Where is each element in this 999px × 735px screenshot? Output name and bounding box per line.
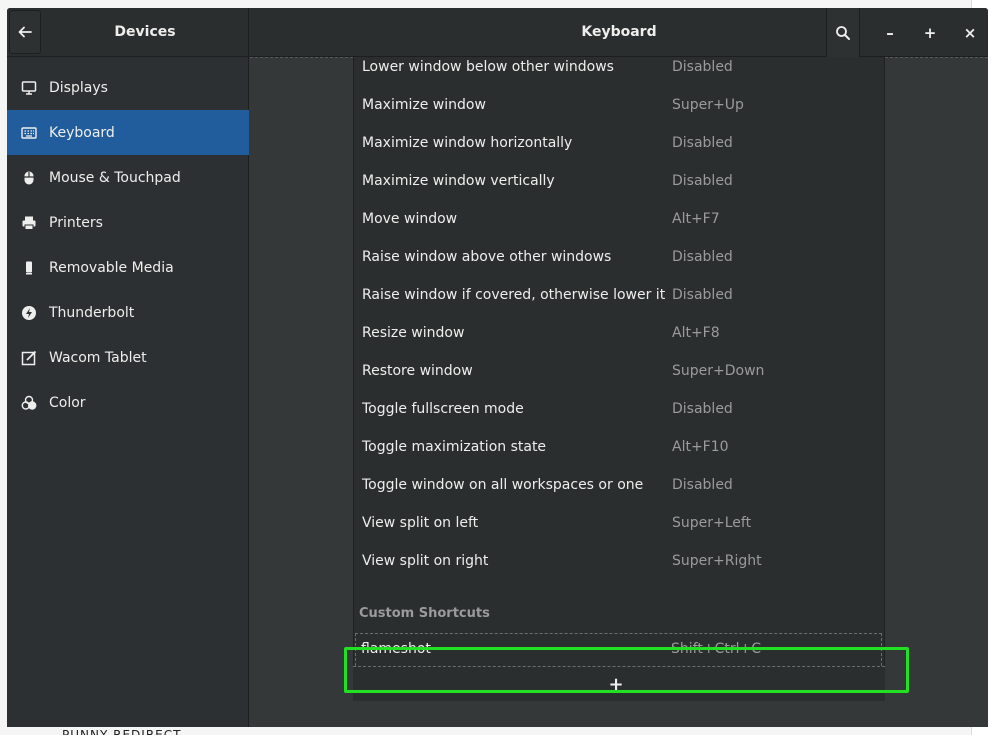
tablet-icon [21, 350, 37, 366]
shortcut-accel: Disabled [672, 59, 733, 75]
shortcut-list: Lower window below other windows Disable… [353, 57, 885, 692]
sidebar-item-keyboard[interactable]: Keyboard [7, 110, 249, 155]
shortcut-name: Maximize window vertically [362, 173, 555, 189]
back-button[interactable] [9, 10, 41, 54]
sidebar-item-wacom-tablet[interactable]: Wacom Tablet [7, 335, 249, 380]
shortcut-accel: Disabled [672, 173, 733, 189]
shortcut-row-maximize-horizontally[interactable]: Maximize window horizontally Disabled [354, 124, 884, 162]
shortcut-row-restore-window[interactable]: Restore window Super+Down [354, 352, 884, 390]
usb-drive-icon [21, 260, 37, 276]
sidebar-item-label: Removable Media [49, 259, 174, 276]
shortcut-name: Lower window below other windows [362, 59, 614, 75]
shortcut-row-toggle-all-workspaces[interactable]: Toggle window on all workspaces or one D… [354, 466, 884, 504]
shortcut-row-raise-or-lower[interactable]: Raise window if covered, otherwise lower… [354, 276, 884, 314]
shortcut-row-maximize-vertically[interactable]: Maximize window vertically Disabled [354, 162, 884, 200]
shortcut-name: Toggle maximization state [362, 439, 547, 455]
sidebar-item-label: Thunderbolt [49, 304, 135, 321]
shortcut-row-split-right[interactable]: View split on right Super+Right [354, 542, 884, 580]
sidebar-item-label: Printers [49, 214, 103, 231]
mouse-icon [21, 170, 37, 186]
shortcut-name: Restore window [362, 363, 473, 379]
shortcut-name: Toggle fullscreen mode [362, 401, 524, 417]
shortcut-name: Maximize window horizontally [362, 135, 573, 151]
shortcut-accel: Alt+F7 [672, 211, 720, 227]
sidebar-item-label: Color [49, 394, 86, 411]
sidebar-item-displays[interactable]: Displays [7, 65, 249, 110]
shortcut-accel: Disabled [672, 287, 733, 303]
shortcut-row-split-left[interactable]: View split on left Super+Left [354, 504, 884, 542]
thunderbolt-icon [21, 305, 37, 321]
close-button[interactable]: × [957, 20, 983, 46]
shortcut-name: Resize window [362, 325, 465, 341]
shortcut-accel: Alt+F10 [672, 439, 729, 455]
custom-shortcuts-heading: Custom Shortcuts [359, 606, 490, 621]
shortcut-accel: Super+Up [672, 97, 744, 113]
background-text: PUNNY REDIRECT [62, 728, 182, 735]
shortcut-name: Toggle window on all workspaces or one [362, 477, 644, 493]
shortcut-accel: Super+Right [672, 553, 762, 569]
maximize-button[interactable]: + [917, 20, 943, 46]
shortcut-accel: Disabled [672, 477, 733, 493]
sidebar-item-label: Keyboard [49, 124, 115, 141]
shortcut-row-toggle-fullscreen[interactable]: Toggle fullscreen mode Disabled [354, 390, 884, 428]
header-left: Devices [7, 8, 249, 57]
arrow-left-icon [18, 26, 32, 38]
sidebar-item-printers[interactable]: Printers [7, 200, 249, 245]
shortcut-row-move-window[interactable]: Move window Alt+F7 [354, 200, 884, 238]
keyboard-icon [21, 125, 37, 141]
color-icon [21, 395, 37, 411]
display-icon [21, 80, 37, 96]
shortcut-accel: Super+Left [672, 515, 752, 531]
main-content: Lower window below other windows Disable… [250, 57, 988, 727]
settings-window: Devices Keyboard – + × Displays Keyboard [7, 8, 988, 727]
shortcut-row-resize-window[interactable]: Resize window Alt+F8 [354, 314, 884, 352]
sidebar-item-mouse-touchpad[interactable]: Mouse & Touchpad [7, 155, 249, 200]
shortcut-name: Raise window above other windows [362, 249, 612, 265]
shortcut-row-maximize[interactable]: Maximize window Super+Up [354, 86, 884, 124]
shortcut-name: View split on right [362, 553, 489, 569]
shortcut-accel: Disabled [672, 249, 733, 265]
sidebar-item-removable-media[interactable]: Removable Media [7, 245, 249, 290]
sidebar-item-label: Mouse & Touchpad [49, 169, 181, 186]
shortcut-accel: Disabled [672, 135, 733, 151]
printer-icon [21, 215, 37, 231]
shortcut-name: View split on left [362, 515, 479, 531]
shortcut-row-toggle-maximization[interactable]: Toggle maximization state Alt+F10 [354, 428, 884, 466]
search-icon [836, 26, 850, 40]
highlight-box [344, 647, 909, 693]
shortcut-row-lower-window[interactable]: Lower window below other windows Disable… [354, 48, 884, 86]
shortcut-row-raise-window[interactable]: Raise window above other windows Disable… [354, 238, 884, 276]
panel-title: Devices [114, 24, 176, 40]
minimize-button[interactable]: – [877, 20, 903, 46]
sidebar-item-color[interactable]: Color [7, 380, 249, 425]
sidebar-item-thunderbolt[interactable]: Thunderbolt [7, 290, 249, 335]
sidebar-item-label: Wacom Tablet [49, 349, 147, 366]
sidebar: Displays Keyboard Mouse & Touchpad Print… [7, 57, 249, 727]
shortcut-name: Move window [362, 211, 458, 227]
shortcut-name: Raise window if covered, otherwise lower… [362, 287, 666, 303]
shortcut-accel: Disabled [672, 401, 733, 417]
sidebar-item-label: Displays [49, 79, 108, 96]
shortcut-name: Maximize window [362, 97, 486, 113]
shortcut-accel: Super+Down [672, 363, 765, 379]
shortcut-accel: Alt+F8 [672, 325, 720, 341]
